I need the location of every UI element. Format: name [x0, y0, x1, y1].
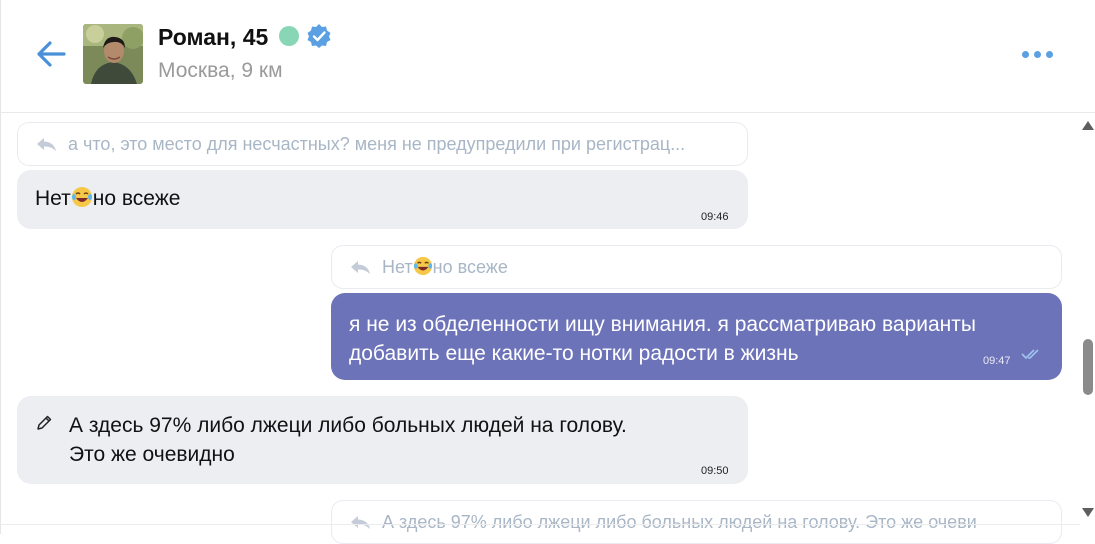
message-bubble-outgoing[interactable]: я не из обделенности ищу внимания. я рас… — [331, 293, 1062, 380]
avatar[interactable] — [83, 24, 143, 84]
header-divider — [0, 112, 1095, 113]
reply-arrow-icon — [351, 516, 370, 529]
dot — [1022, 50, 1029, 58]
quoted-reply-text: А здесь 97% либо лжеци либо больных люде… — [382, 511, 977, 532]
quoted-reply-part: но всеже — [432, 257, 508, 277]
scroll-down-arrow-icon[interactable] — [1082, 508, 1094, 517]
laughing-tears-emoji-icon — [413, 256, 432, 276]
reply-arrow-icon — [37, 138, 56, 151]
message-text-part: Нет — [35, 187, 71, 210]
reply-arrow-icon — [351, 261, 370, 274]
verified-badge-icon — [307, 24, 331, 48]
scroll-up-arrow-icon[interactable] — [1082, 121, 1094, 130]
quoted-reply-part: Нет — [382, 257, 413, 277]
scrollbar-thumb[interactable] — [1083, 339, 1093, 395]
message-bubble-incoming[interactable]: Нет но всеже 09:46 — [17, 170, 748, 229]
contact-location: Москва, 9 км — [158, 59, 283, 82]
laughing-tears-emoji-icon — [71, 187, 92, 207]
message-text: А здесь 97% либо лжеци либо больных люде… — [69, 414, 627, 466]
message-bubble-incoming[interactable]: А здесь 97% либо лжеци либо больных люде… — [17, 396, 748, 484]
bottom-border — [0, 524, 1080, 525]
back-arrow-icon[interactable] — [34, 37, 68, 71]
contact-name: Роман, 45 — [158, 24, 269, 50]
message-text: Нет но всеже — [35, 184, 180, 213]
edited-pencil-icon — [37, 415, 52, 430]
read-ticks-icon — [1021, 349, 1039, 360]
avatar-photo — [83, 24, 143, 84]
dot — [1046, 50, 1053, 58]
quoted-reply-text: Нет но всеже — [382, 256, 508, 278]
message-text-part: но всеже — [92, 187, 181, 210]
message-time: 09:47 — [983, 355, 1011, 367]
message-text: я не из обделенности ищу внимания. я рас… — [349, 313, 976, 365]
message-time: 09:46 — [701, 211, 729, 223]
quoted-reply[interactable]: А здесь 97% либо лжеци либо больных люде… — [331, 500, 1062, 544]
quoted-reply[interactable]: а что, это место для несчастных? меня не… — [17, 122, 748, 166]
chat-header: Роман, 45 Москва, 9 км — [0, 0, 1095, 112]
message-time: 09:50 — [701, 465, 729, 477]
dot — [1034, 50, 1041, 58]
more-options-icon[interactable] — [1022, 44, 1058, 64]
online-indicator — [279, 26, 299, 46]
quoted-reply[interactable]: Нет но всеже — [331, 245, 1062, 289]
quoted-reply-text: а что, это место для несчастных? меня не… — [68, 133, 686, 154]
